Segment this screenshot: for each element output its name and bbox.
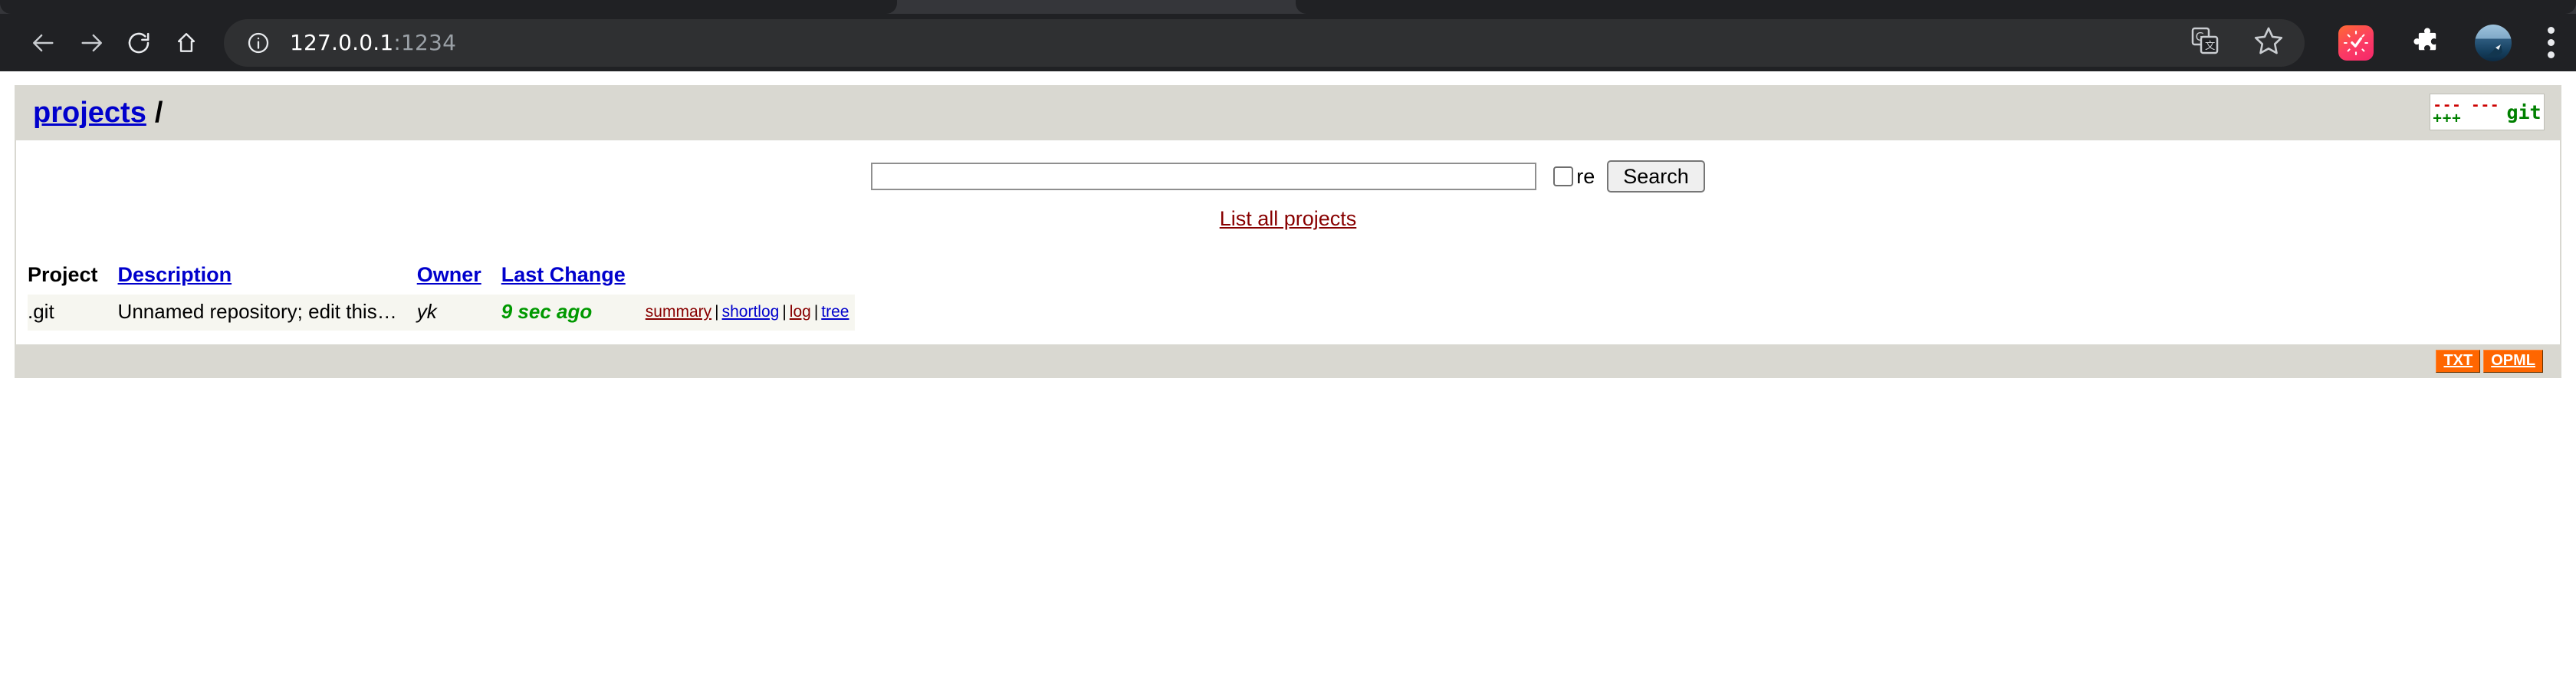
projects-table: Project Description Owner Last Change .g… (28, 263, 856, 331)
translate-icon[interactable]: G 文 (2190, 25, 2220, 60)
url-text: 127.0.0.1:1234 (290, 30, 456, 55)
back-button[interactable] (20, 19, 67, 67)
breadcrumb-projects-link[interactable]: projects (33, 97, 146, 130)
star-icon[interactable] (2252, 25, 2285, 61)
git-logo-word: git (2506, 100, 2542, 123)
search-section: re Search List all projects (16, 140, 2560, 231)
home-icon (174, 31, 199, 55)
table-row[interactable]: .git Unnamed repository; edit this… yk 9… (28, 295, 856, 331)
cell-last-change: 9 sec ago (501, 295, 646, 331)
action-separator: | (715, 302, 719, 321)
sort-description-link[interactable]: Description (118, 263, 232, 286)
feed-opml-link[interactable]: OPML (2483, 350, 2543, 373)
three-dot-menu-icon[interactable] (2545, 27, 2556, 58)
cell-project[interactable]: .git (28, 295, 118, 331)
column-header-last-change[interactable]: Last Change (501, 263, 646, 295)
projects-table-body: .git Unnamed repository; edit this… yk 9… (28, 295, 856, 331)
cell-description: Unnamed repository; edit this… (117, 295, 417, 331)
menu-dot (2547, 27, 2555, 34)
browser-tab[interactable] (0, 0, 897, 14)
action-separator: | (782, 302, 787, 321)
projects-table-wrapper: Project Description Owner Last Change .g… (16, 263, 2560, 344)
toolbar-icons (2305, 24, 2556, 61)
column-header-actions (646, 263, 856, 295)
clock-extension-icon[interactable] (2338, 25, 2374, 61)
reload-button[interactable] (115, 19, 163, 67)
forward-arrow-icon (78, 30, 104, 56)
column-header-project: Project (28, 263, 98, 286)
sort-last-change-link[interactable]: Last Change (501, 263, 626, 286)
info-circle-icon[interactable] (244, 28, 273, 58)
search-input[interactable] (871, 163, 1537, 190)
action-log-link[interactable]: log (790, 303, 811, 321)
cell-actions: summary | shortlog | log | tree (645, 295, 856, 331)
git-logo-marks: --- --- +++ (2433, 98, 2499, 126)
action-separator: | (813, 302, 819, 321)
browser-tab[interactable] (1296, 0, 2576, 14)
projects-table-head: Project Description Owner Last Change (28, 263, 855, 295)
action-tree-link[interactable]: tree (821, 303, 849, 321)
feed-links: TXT OPML (2436, 350, 2543, 373)
svg-text:文: 文 (2205, 40, 2215, 52)
feed-txt-link[interactable]: TXT (2436, 350, 2481, 373)
url-port: :1234 (393, 30, 457, 55)
gitweb-page: projects / --- --- +++ git re Search Lis… (15, 85, 2561, 378)
home-button[interactable] (163, 19, 210, 67)
browser-toolbar: 127.0.0.1:1234 G 文 (0, 14, 2576, 71)
url-host: 127.0.0.1 (290, 30, 394, 55)
regexp-label: re (1576, 164, 1595, 188)
forward-button[interactable] (67, 19, 115, 67)
table-header-row: Project Description Owner Last Change (28, 263, 855, 295)
back-arrow-icon (31, 30, 57, 56)
sort-owner-link[interactable]: Owner (417, 263, 481, 286)
column-header-owner[interactable]: Owner (417, 263, 501, 295)
reload-icon (126, 30, 152, 56)
page-viewport: projects / --- --- +++ git re Search Lis… (0, 71, 2576, 378)
search-button[interactable]: Search (1607, 160, 1705, 193)
list-all-projects-link[interactable]: List all projects (1220, 207, 1357, 231)
search-form: re Search (16, 160, 2560, 193)
address-bar[interactable]: 127.0.0.1:1234 G 文 (224, 18, 2305, 67)
tab-strip[interactable] (0, 0, 2576, 14)
column-header-description[interactable]: Description (118, 263, 417, 295)
regexp-checkbox[interactable] (1553, 166, 1574, 186)
menu-dot (2547, 39, 2555, 46)
git-logo-plus: +++ (2433, 110, 2462, 127)
action-shortlog-link[interactable]: shortlog (722, 303, 780, 321)
puzzle-piece-icon[interactable] (2407, 24, 2441, 61)
action-summary-link[interactable]: summary (646, 303, 711, 321)
cell-owner: yk (416, 295, 501, 331)
omnibox-actions: G 文 (2167, 25, 2285, 61)
git-logo[interactable]: --- --- +++ git (2430, 94, 2545, 130)
menu-dot (2547, 51, 2555, 58)
gitweb-footer: TXT OPML (16, 344, 2560, 378)
browser-chrome: 127.0.0.1:1234 G 文 (0, 0, 2576, 71)
avatar-icon[interactable] (2475, 24, 2512, 61)
gitweb-header: projects / --- --- +++ git (16, 85, 2560, 140)
breadcrumb-separator: / (154, 96, 163, 129)
